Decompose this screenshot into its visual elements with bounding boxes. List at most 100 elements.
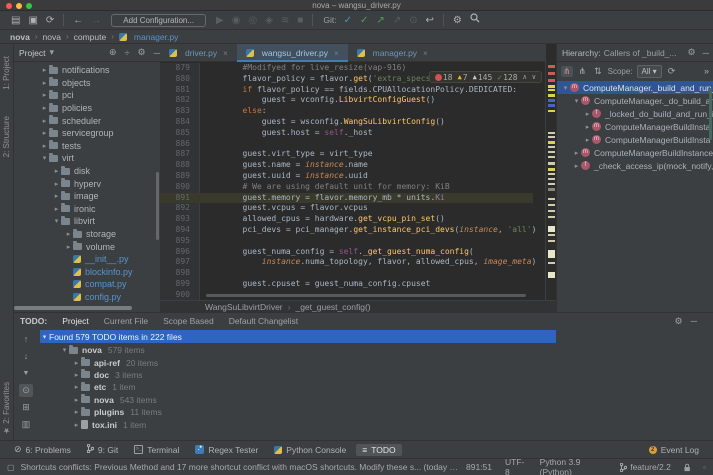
hierarchy-row[interactable]: ▸mComputeManagerBuildInsta xyxy=(557,120,713,133)
locate-icon[interactable]: ⊕ xyxy=(109,47,117,58)
caret-position[interactable]: 891:51 xyxy=(466,462,492,472)
code-line[interactable]: 883 else: xyxy=(160,106,533,117)
stripe-mark[interactable] xyxy=(548,132,555,134)
chevron-icon[interactable]: ▸ xyxy=(40,79,49,87)
chevron-icon[interactable]: ▸ xyxy=(72,421,81,429)
todo-tree-row[interactable]: ▸etc1 item xyxy=(40,381,700,393)
todo-tree-row[interactable]: ▸api-ref20 items xyxy=(40,356,700,368)
code-line[interactable]: 884 guest = wsconfig.WangSuLibvirtConfig… xyxy=(160,117,533,128)
tree-item-folder[interactable]: ▾libvirt xyxy=(14,215,160,228)
stripe-mark[interactable] xyxy=(548,250,555,258)
stripe-mark[interactable] xyxy=(548,178,555,180)
event-log-button[interactable]: 2Event Log xyxy=(643,444,705,456)
preview-icon[interactable]: ▥ xyxy=(19,418,33,431)
chevron-icon[interactable]: ▸ xyxy=(72,359,81,367)
error-stripe[interactable] xyxy=(545,44,556,300)
tree-item-folder[interactable]: ▸ironic xyxy=(14,203,160,216)
toolwindow-toggle-icon[interactable]: ▢ xyxy=(7,463,15,472)
stripe-mark[interactable] xyxy=(548,89,555,91)
settings-icon[interactable]: ⚙ xyxy=(688,47,696,58)
chevron-icon[interactable]: ▸ xyxy=(40,91,49,99)
stripe-mark[interactable] xyxy=(548,104,555,107)
editor-tab[interactable]: manager.py× xyxy=(348,44,437,62)
python-interpreter[interactable]: Python 3.9 (Python) xyxy=(540,457,608,475)
stripe-mark[interactable] xyxy=(548,210,555,212)
code-line[interactable]: 886 xyxy=(160,139,533,150)
inspections-widget[interactable]: 18 ▲7 ▲145 ✓128 ∧ ∨ xyxy=(429,71,542,83)
tree-item-folder[interactable]: ▸disk xyxy=(14,165,160,178)
stripe-mark[interactable] xyxy=(548,262,555,264)
toolwindow-button-todo[interactable]: ≡TODO xyxy=(356,444,401,456)
code-line[interactable]: 890 # We are using default unit for memo… xyxy=(160,182,533,193)
back-icon[interactable]: ← xyxy=(73,12,83,29)
todo-tree-row[interactable]: ▸tox.ini1 item xyxy=(40,418,700,430)
code-area[interactable]: 879 #Modifyed for live_resize(vap-916)88… xyxy=(160,63,545,300)
chevron-icon[interactable]: ▸ xyxy=(583,110,592,118)
settings-icon[interactable]: ⚙ xyxy=(138,47,146,58)
chevron-icon[interactable]: ▸ xyxy=(40,104,49,112)
concurrency-icon[interactable]: ≋ xyxy=(281,12,289,29)
editor-scrollbar-horizontal[interactable] xyxy=(206,294,526,297)
toolwindow-button-python[interactable]: Python Console xyxy=(268,444,352,456)
stripe-mark[interactable] xyxy=(548,136,555,138)
chevron-icon[interactable]: ▸ xyxy=(52,192,61,200)
chevron-icon[interactable]: ▸ xyxy=(64,243,73,251)
todo-tab[interactable]: Project xyxy=(62,316,88,326)
breadcrumb-class[interactable]: WangSuLibvirtDriver xyxy=(205,302,283,312)
stripe-mark[interactable] xyxy=(548,146,555,148)
indicator-icon[interactable]: ▫ xyxy=(703,463,706,472)
chevron-icon[interactable]: ▸ xyxy=(583,123,592,131)
code-line[interactable]: 889 guest.uuid = instance.uuid xyxy=(160,171,533,182)
hierarchy-scrollbar[interactable] xyxy=(709,88,712,140)
status-message[interactable]: Shortcuts conflicts: Previous Method and… xyxy=(21,461,466,473)
fetch-icon[interactable]: ↗ xyxy=(393,12,401,29)
toolwindow-button-branch[interactable]: 9: Git xyxy=(81,443,124,456)
toolwindow-button-problems[interactable]: ⊘6: Problems xyxy=(8,443,77,456)
stripe-mark[interactable] xyxy=(548,141,555,144)
tree-item-folder[interactable]: ▸objects xyxy=(14,77,160,90)
update-project-icon[interactable]: ✓ xyxy=(344,12,352,29)
tree-item-folder[interactable]: ▸scheduler xyxy=(14,114,160,127)
project-view-selector[interactable]: Project xyxy=(19,48,45,58)
chevron-icon[interactable]: ▸ xyxy=(72,408,81,416)
code-line[interactable]: 896 guest_numa_config = self._get_guest_… xyxy=(160,247,533,258)
stripe-mark[interactable] xyxy=(548,188,555,191)
git-branch[interactable]: feature/2.2 xyxy=(620,462,671,472)
open-icon[interactable]: ▤ xyxy=(11,12,20,29)
push-icon[interactable]: ↗ xyxy=(376,12,384,29)
stripe-mark[interactable] xyxy=(548,79,555,82)
code-line[interactable]: 887 guest.virt_type = virt_type xyxy=(160,149,533,160)
callee-hierarchy-icon[interactable]: ⋔ xyxy=(577,66,589,77)
lock-icon[interactable] xyxy=(684,463,690,472)
forward-icon[interactable]: → xyxy=(91,12,101,29)
breadcrumb-method[interactable]: _get_guest_config() xyxy=(295,302,370,312)
code-line[interactable]: 888 guest.name = instance.name xyxy=(160,160,533,171)
todo-summary-row[interactable]: ▾ Found 579 TODO items in 222 files xyxy=(40,330,556,343)
project-scrollbar-vertical[interactable] xyxy=(156,172,159,240)
chevron-icon[interactable]: ▸ xyxy=(572,162,581,170)
stripe-mark[interactable] xyxy=(548,226,555,232)
stripe-mark[interactable] xyxy=(548,156,555,158)
chevron-icon[interactable]: ▸ xyxy=(72,371,81,379)
hierarchy-row[interactable]: ▸f_check_access_ip(mock_notify, xyxy=(557,159,713,172)
chevron-icon[interactable]: ▸ xyxy=(72,383,81,391)
prev-issue-icon[interactable]: ∧ xyxy=(523,73,527,81)
breadcrumb-file[interactable]: manager.py xyxy=(119,32,178,42)
chevron-icon[interactable]: ▸ xyxy=(572,149,581,157)
settings-icon[interactable]: ⚙ xyxy=(675,316,683,327)
filter-icon[interactable]: ▼ xyxy=(19,367,33,380)
chevron-icon[interactable]: ▾ xyxy=(561,84,570,92)
stripe-mark[interactable] xyxy=(548,110,555,112)
chevron-icon[interactable]: ▾ xyxy=(60,346,69,354)
next-todo-icon[interactable]: ↓ xyxy=(19,350,33,363)
tree-item-file[interactable]: blockinfo.py xyxy=(14,266,160,279)
tree-item-folder[interactable]: ▸volume xyxy=(14,240,160,253)
collapse-all-icon[interactable]: ÷ xyxy=(125,48,130,58)
breadcrumb-item[interactable]: compute xyxy=(74,32,107,42)
tree-item-file[interactable]: __init__.py xyxy=(14,253,160,266)
editor-tab[interactable]: driver.py× xyxy=(160,44,237,62)
history-icon[interactable]: ⊙ xyxy=(409,12,417,29)
chevron-icon[interactable]: ▸ xyxy=(40,117,49,125)
code-line[interactable]: 894 pci_devs = pci_manager.get_instance_… xyxy=(160,225,533,236)
breadcrumb-item[interactable]: nova xyxy=(43,32,61,42)
